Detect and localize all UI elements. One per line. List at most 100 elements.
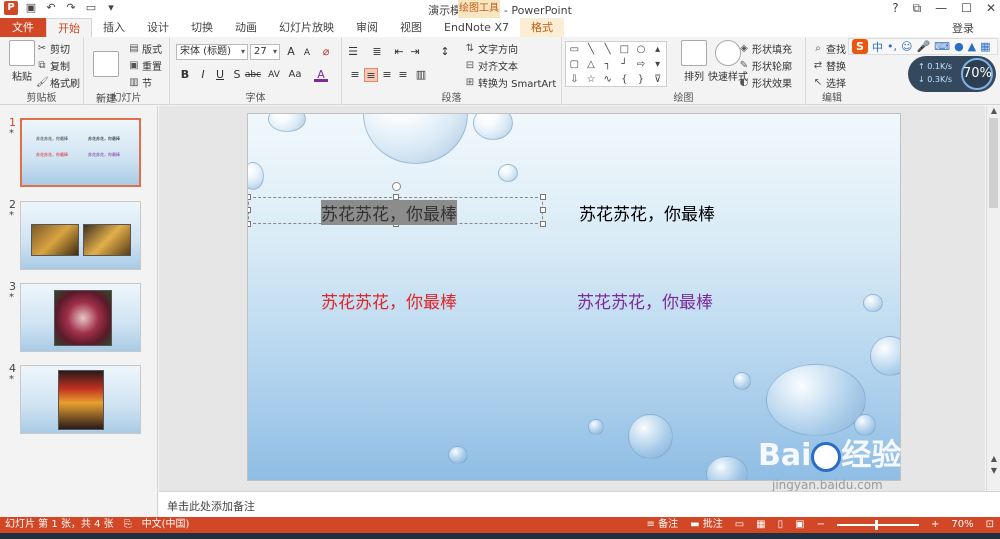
increase-indent-icon[interactable]: ⇥ [408,45,422,59]
tab-view[interactable]: 视图 [389,18,433,37]
textbox-shape-icon[interactable]: ▭ [566,42,583,57]
slideshow-start-icon[interactable]: ▭ [84,1,98,15]
zoom-slider-knob[interactable] [874,520,878,530]
tab-animations[interactable]: 动画 [224,18,268,37]
tab-endnote[interactable]: EndNote X7 [433,18,520,37]
scroll-up-arrow-icon[interactable]: ▲ [987,454,1000,463]
font-size-combo[interactable]: 27 ▾ [250,44,280,60]
replace-button[interactable]: ⇄ 替换 [812,58,846,74]
tab-transitions[interactable]: 切换 [180,18,224,37]
emoji-icon[interactable]: ☺ [901,40,912,53]
brace-shape-icon[interactable]: { [616,72,633,87]
shape-effects-button[interactable]: ◐ 形状效果 [738,75,792,91]
slide-text-top-right[interactable]: 苏花苏花，你最棒 [579,200,715,225]
italic-button[interactable]: I [196,68,210,82]
sign-in-link[interactable]: 登录 [952,20,974,36]
comments-toggle-button[interactable]: ▬ 批注 [690,517,723,533]
shrink-font-button[interactable]: A [300,46,314,60]
resize-handle[interactable] [540,221,546,227]
align-text-button[interactable]: ⊟ 对齐文本 [464,58,518,74]
star-shape-icon[interactable]: ☆ [583,72,600,87]
normal-view-icon[interactable]: ▭ [735,517,744,533]
minimize-button[interactable]: — [935,1,947,16]
connector-shape-icon[interactable]: ┘ [616,57,633,72]
notes-toggle-button[interactable]: ≡ 备注 [647,517,679,533]
oval-shape-icon[interactable]: ○ [633,42,650,57]
cut-button[interactable]: ✂ 剪切 [36,41,70,57]
resize-handle[interactable] [248,194,251,200]
numbering-icon[interactable]: ≣ [370,45,384,59]
decrease-indent-icon[interactable]: ⇤ [392,45,406,59]
zoom-level[interactable]: 70% [951,517,973,533]
save-icon[interactable]: ▣ [24,1,38,15]
fit-to-window-icon[interactable]: ⊡ [986,517,994,533]
slide-thumbnail-4[interactable] [20,365,141,434]
slide-thumbnail-1[interactable]: 苏花苏花，你最棒 苏花苏花，你最棒 苏花苏花，你最棒 苏花苏花，你最棒 [20,118,141,187]
vertical-scrollbar[interactable]: ▲ ▲ ▼ [986,106,1000,491]
grow-font-button[interactable]: A [284,45,298,59]
undo-icon[interactable]: ↶ [44,1,58,15]
resize-handle[interactable] [540,207,546,213]
scroll-thumb[interactable] [989,118,998,208]
text-direction-button[interactable]: ⇅ 文字方向 [464,41,518,57]
menu-grid-icon[interactable]: ▦ [980,40,990,53]
slide-thumbnail-2[interactable] [20,201,141,270]
columns-icon[interactable]: ▥ [414,68,428,82]
underline-button[interactable]: U [213,68,227,82]
punctuation-indicator[interactable]: •, [887,40,897,53]
tab-home[interactable]: 开始 [46,18,92,37]
slide-text-bottom-right[interactable]: 苏花苏花，你最棒 [577,288,713,313]
customize-qat-icon[interactable]: ▾ [104,1,118,15]
close-button[interactable]: ✕ [986,1,996,16]
line-spacing-icon[interactable]: ↕ [438,45,452,59]
find-button[interactable]: ⌕ 查找 [812,41,846,57]
character-spacing-button[interactable]: AV [264,68,284,82]
clear-format-icon[interactable]: ⌀ [319,45,333,59]
zoom-in-button[interactable]: + [931,517,939,533]
layout-button[interactable]: ▤ 版式 [128,41,162,57]
select-button[interactable]: ↖ 选择 [812,75,846,91]
tab-slideshow[interactable]: 幻灯片放映 [268,18,345,37]
tab-file[interactable]: 文件 [0,18,46,37]
section-button[interactable]: ▥ 节 [128,75,152,91]
tab-format[interactable]: 格式 [519,18,564,37]
redo-icon[interactable]: ↷ [64,1,78,15]
brace-shape-icon[interactable]: } [633,72,650,87]
shape-outline-button[interactable]: ✎ 形状轮廓 [738,58,792,74]
shape-fill-button[interactable]: ◈ 形状填充 [738,41,792,57]
shapes-gallery[interactable]: ▭ ╲ ╲ □ ○ ▴ ▢ △ ┐ ┘ ⇨ ▾ ⇩ ☆ ∿{} ⊽ [565,41,667,87]
keyboard-icon[interactable]: ⌨ [934,40,950,53]
align-right-icon[interactable]: ≡ [380,68,394,82]
skin-icon[interactable]: ▲ [968,40,976,53]
arrow-shape-icon[interactable]: ⇩ [566,72,583,87]
slide-text-top-left[interactable]: 苏花苏花，你最棒 [321,200,457,225]
line-shape-icon[interactable]: ╲ [599,42,616,57]
slide-thumbnail-3[interactable] [20,283,141,352]
ribbon-display-button[interactable]: ⧉ [913,1,922,16]
arrow-shape-icon[interactable]: ⇨ [633,57,650,72]
microphone-icon[interactable]: 🎤 [916,40,930,53]
more-shapes-icon[interactable]: ▾ [649,57,666,72]
ime-toolbar[interactable]: S 中 •, ☺ 🎤 ⌨ ● ▲ ▦ [848,38,998,55]
curve-shape-icon[interactable]: ∿ [599,72,616,87]
resize-handle[interactable] [248,221,251,227]
font-name-combo[interactable]: 宋体 (标题) ▾ [176,44,248,60]
help-button[interactable]: ? [892,1,898,16]
resize-handle[interactable] [540,194,546,200]
change-case-button[interactable]: Aa [286,68,304,82]
bold-button[interactable]: B [178,68,192,82]
align-left-icon[interactable]: ≡ [348,68,362,82]
ime-mode-indicator[interactable]: 中 [872,39,883,55]
scroll-up-arrow-icon[interactable]: ▲ [987,106,1000,115]
strikethrough-button[interactable]: abc [244,68,262,82]
justify-icon[interactable]: ≡ [396,68,410,82]
zoom-slider[interactable] [836,520,919,530]
scroll-down-arrow-icon[interactable]: ▼ [987,466,1000,475]
slideshow-view-icon[interactable]: ▣ [795,517,804,533]
connector-shape-icon[interactable]: ┐ [599,57,616,72]
text-shadow-button[interactable]: S [230,68,244,82]
maximize-button[interactable]: ☐ [961,1,972,16]
smartart-button[interactable]: ⊞ 转换为 SmartArt [464,75,557,91]
slide-text-bottom-left[interactable]: 苏花苏花，你最棒 [321,288,457,313]
align-center-icon[interactable]: ≡ [364,68,378,82]
